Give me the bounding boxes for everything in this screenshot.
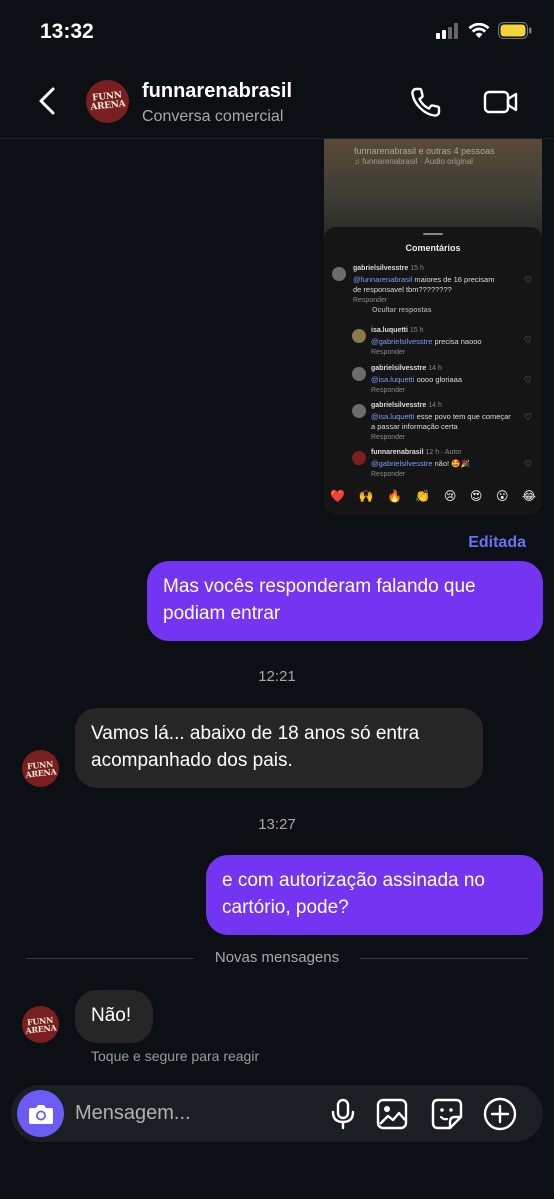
sheet-handle [423,233,443,235]
new-messages-divider: Novas mensagens [0,949,554,966]
avatar-logo: FUNN ARENA [89,90,126,113]
comment-user: gabrielsilvesstre 14 h [371,365,442,372]
signal-icon [436,22,458,39]
comment-user: gabrielsilvesstre 14 h [371,402,442,409]
comment-avatar [352,329,366,343]
edited-label[interactable]: Editada [468,534,526,552]
comment-reply: Responder [353,297,388,304]
back-button[interactable] [30,84,64,118]
contact-subtitle: Conversa comercial [142,108,284,125]
message-input[interactable] [75,1098,305,1128]
emoji-reaction: 🔥 [386,489,402,503]
avatar-logo: FUNN ARENA [24,1014,57,1036]
emoji-reaction: 😍 [469,489,483,503]
plus-circle-icon [483,1097,517,1131]
comment-text: @isa.luquetti esse povo tem que começar … [371,412,511,431]
heart-icon: ♡ [523,375,532,385]
status-time: 13:32 [40,20,94,43]
emoji-reaction-row: ❤️ 🙌 🔥 👏 😢 😍 😮 😂 [330,489,536,503]
comments-sheet: Comentários gabrielsilvesstre 15 h @funn… [324,227,542,515]
comments-title: Comentários [405,243,461,253]
comment-avatar [352,404,366,418]
camera-button[interactable] [17,1090,64,1137]
heart-icon: ♡ [523,459,532,469]
sticker-icon [431,1098,463,1130]
status-bar: 13:32 [0,0,554,66]
comment-avatar [332,267,346,281]
comment-user: funnarenabrasil 12 h · Autor [371,449,462,456]
timestamp: 13:27 [258,816,296,833]
comment-text: @gabrielsilvesstre precisa naooo [371,337,482,346]
chevron-left-icon [39,87,55,115]
comment-reply: Responder [371,349,406,356]
comment-text: @funnarenabrasil maiores de 16 precisam … [353,275,495,294]
outgoing-message[interactable]: e com autorização assinada no cartório, … [206,855,543,935]
more-button[interactable] [483,1097,517,1131]
emoji-reaction: 👏 [415,489,431,503]
timestamp: 12:21 [258,668,296,685]
phone-icon [411,87,441,117]
wifi-icon [468,22,490,38]
shared-likes-line: funnarenabrasil e outras 4 pessoas [354,146,495,156]
battery-icon [498,22,532,39]
microphone-icon [331,1098,355,1130]
comment-reply: Responder [371,434,406,441]
voice-button[interactable] [326,1097,360,1131]
contact-name[interactable]: funnarenabrasil [142,80,292,103]
emoji-reaction: 🙌 [358,489,374,503]
incoming-message[interactable]: Não! [75,990,153,1043]
comment-user: gabrielsilvesstre 15 h [353,265,424,272]
avatar[interactable]: FUNN ARENA [86,80,129,123]
hide-replies: Ocultar respostas [372,307,432,314]
image-icon [376,1098,408,1130]
comment-text: @gabrielsilvesstre não! 🤩🎉 [371,459,470,468]
gallery-button[interactable] [375,1097,409,1131]
audio-call-button[interactable] [408,84,444,120]
chat-header: FUNN ARENA funnarenabrasil Conversa come… [0,66,554,139]
outgoing-message[interactable]: Mas vocês responderam falando que podiam… [147,561,543,641]
camera-icon [28,1104,53,1124]
emoji-reaction: 😮 [495,489,509,503]
comment-text: @isa.luquetti oooo gloriaaa [371,375,463,384]
heart-icon: ♡ [523,412,532,422]
video-camera-icon [483,90,518,114]
heart-icon: ♡ [523,275,532,285]
avatar-logo: FUNN ARENA [24,758,57,780]
heart-icon: ♡ [523,335,532,345]
sticker-button[interactable] [430,1097,464,1131]
emoji-reaction: ❤️ [330,489,345,503]
message-composer [11,1085,543,1142]
incoming-message[interactable]: Vamos lá... abaixo de 18 anos só entra a… [75,708,483,788]
comment-reply: Responder [371,387,406,394]
emoji-reaction: 😂 [521,489,536,503]
avatar[interactable]: FUNN ARENA [22,1006,59,1043]
comment-reply: Responder [371,471,406,478]
shared-screenshot[interactable]: funnarenabrasil e outras 4 pessoas ♫ fun… [324,139,542,515]
react-hint: Toque e segure para reagir [91,1048,260,1064]
shared-audio-line: ♫ funnarenabrasil · Áudio original [354,157,473,166]
status-icons [436,22,532,39]
comment-user: isa.luquetti 15 h [371,327,424,334]
comment-avatar [352,367,366,381]
emoji-reaction: 😢 [443,489,457,503]
avatar[interactable]: FUNN ARENA [22,750,59,787]
comment-avatar [352,451,366,465]
video-call-button[interactable] [482,84,520,120]
